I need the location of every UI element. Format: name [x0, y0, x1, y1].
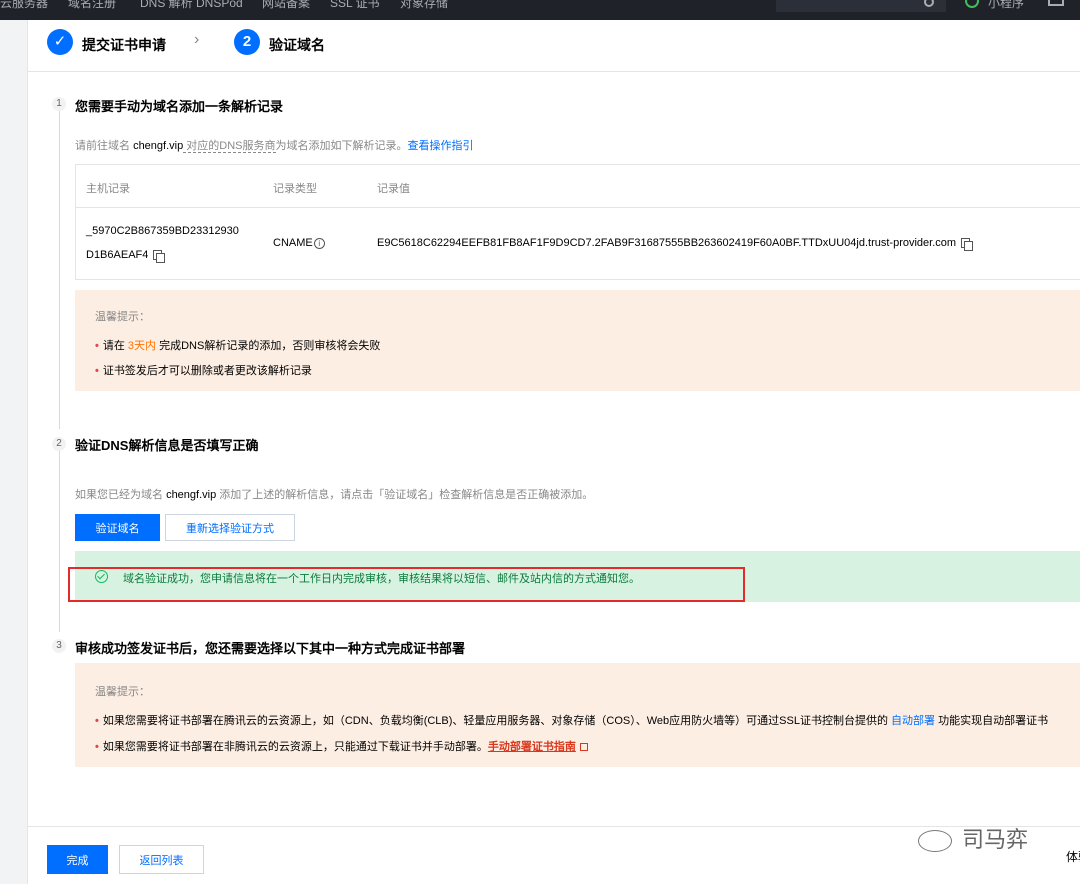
section-2-number: 2 — [52, 437, 66, 451]
tip-line-1: • 请在 3天内 完成DNS解析记录的添加，否则审核将会失败 — [95, 340, 381, 352]
tips-box-2: 温馨提示： • 如果您需要将证书部署在腾讯云的云资源上，如（CDN、负载均衡(CL… — [75, 663, 1080, 767]
top-nav: 云服务器 域名注册 DNS 解析 DNSPod 网站备案 SSL 证书 对象存储… — [0, 0, 1080, 20]
section-3-number: 3 — [52, 639, 66, 653]
copy-icon[interactable] — [961, 238, 974, 252]
timeline-line — [59, 450, 60, 632]
step-2-label: 验证域名 — [269, 37, 325, 53]
side-text: 体验 — [1066, 850, 1080, 864]
screen-icon[interactable] — [1048, 0, 1064, 6]
host-record-line2: D1B6AEAF4 — [86, 249, 149, 261]
tip-line-1: • 如果您需要将证书部署在腾讯云的云资源上，如（CDN、负载均衡(CLB)、轻量应… — [95, 715, 1049, 727]
host-record-cell: D1B6AEAF4 — [86, 249, 166, 264]
record-value-cell: E9C5618C62294EEFB81FB8AF1F9D9CD7.2FAB9F3… — [377, 237, 974, 252]
status-icon[interactable] — [965, 0, 979, 8]
section-2-desc: 如果您已经为域名 chengf.vip 添加了上述的解析信息，请点击「验证域名」… — [75, 489, 594, 501]
table-header: 主机记录 记录类型 记录值 — [76, 165, 1080, 208]
header-type: 记录类型 — [273, 183, 317, 195]
chevron-right-icon: › — [194, 31, 200, 48]
step-1-label: 提交证书申请 — [82, 37, 166, 53]
manual-deploy-link[interactable]: 手动部署证书指南 — [488, 741, 576, 753]
check-icon: ✓ — [47, 29, 73, 55]
done-button[interactable]: 完成 — [47, 845, 108, 874]
host-record-line1: _5970C2B867359BD23312930 — [86, 225, 239, 237]
nav-item-domain[interactable]: 域名注册 — [68, 0, 116, 11]
nav-item-cos[interactable]: 对象存储 — [400, 0, 448, 11]
back-to-list-button[interactable]: 返回列表 — [119, 845, 204, 874]
search-input[interactable] — [776, 0, 946, 12]
annotation-highlight — [68, 567, 745, 602]
nav-item-icp[interactable]: 网站备案 — [262, 0, 310, 11]
record-type-cell: CNAME i — [273, 237, 325, 249]
tips-title: 温馨提示： — [95, 686, 150, 698]
tips-title: 温馨提示： — [95, 311, 150, 323]
section-3-title: 审核成功签发证书后，您还需要选择以下其中一种方式完成证书部署 — [75, 641, 466, 656]
external-link-icon[interactable] — [579, 743, 588, 752]
copy-icon[interactable] — [153, 250, 166, 264]
nav-item-ssl[interactable]: SSL 证书 — [330, 0, 380, 11]
auto-deploy-link[interactable]: 自动部署 — [891, 715, 935, 727]
step-2-number: 2 — [234, 29, 260, 55]
user-menu[interactable]: 小程序 — [988, 0, 1024, 11]
tip-line-2: • 证书签发后才可以删除或者更改该解析记录 — [95, 365, 312, 377]
timeline-line — [59, 111, 60, 429]
verify-domain-button[interactable]: 验证域名 — [75, 514, 160, 541]
dns-provider-tooltip[interactable]: 对应的DNS服务商 — [183, 140, 276, 153]
section-1-desc: 请前往域名 chengf.vip 对应的DNS服务商为域名添加如下解析记录。查看… — [75, 140, 474, 153]
guide-link[interactable]: 查看操作指引 — [408, 140, 474, 152]
left-sidebar — [0, 20, 28, 884]
dns-record-table: 主机记录 记录类型 记录值 _5970C2B867359BD23312930 D… — [75, 164, 1080, 280]
section-2-title: 验证DNS解析信息是否填写正确 — [75, 438, 259, 453]
section-1-number: 1 — [52, 97, 66, 111]
wechat-icon — [918, 830, 952, 853]
nav-item-cvm[interactable]: 云服务器 — [0, 0, 48, 11]
header-host: 主机记录 — [86, 183, 130, 195]
header-value: 记录值 — [377, 183, 410, 195]
tip-line-2: • 如果您需要将证书部署在非腾讯云的云资源上，只能通过下载证书并手动部署。手动部署… — [95, 738, 588, 754]
info-icon[interactable]: i — [313, 237, 325, 249]
reselect-method-button[interactable]: 重新选择验证方式 — [165, 514, 295, 541]
step-header: ✓ 提交证书申请 › 2 验证域名 — [28, 20, 1080, 72]
section-1-title: 您需要手动为域名添加一条解析记录 — [75, 99, 284, 114]
nav-item-dns[interactable]: DNS 解析 DNSPod — [140, 0, 243, 11]
tips-box-1: 温馨提示： • 请在 3天内 完成DNS解析记录的添加，否则审核将会失败 • 证书签… — [75, 290, 1080, 391]
watermark: 司马弈 — [918, 822, 1028, 854]
